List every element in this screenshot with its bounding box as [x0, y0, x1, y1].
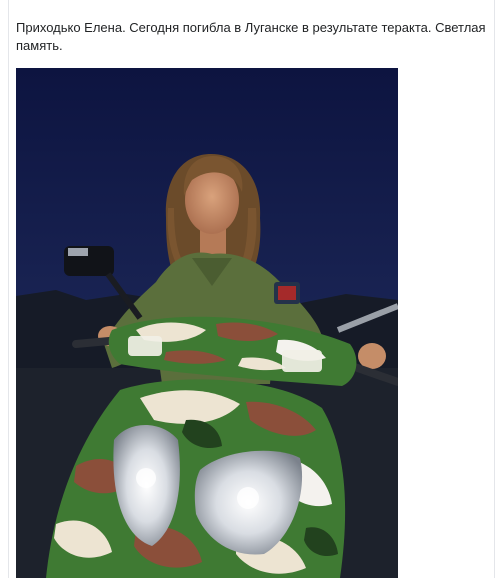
post-photo[interactable]: [16, 68, 398, 578]
post-card: Приходько Елена. Сегодня погибла в Луган…: [8, 0, 495, 578]
post-text: Приходько Елена. Сегодня погибла в Луган…: [16, 20, 486, 53]
